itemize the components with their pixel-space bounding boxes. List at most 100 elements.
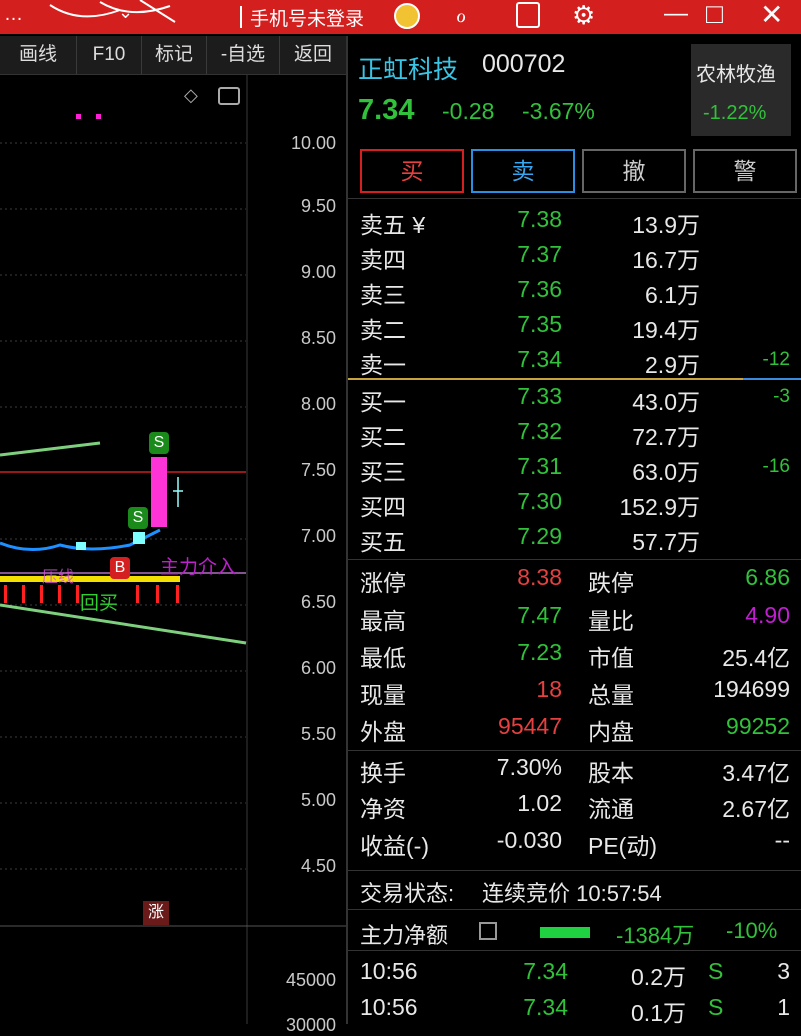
price-axis-label: 7.50 bbox=[300, 460, 336, 480]
price-axis-label: 9.00 bbox=[300, 262, 336, 282]
sell-button[interactable]: 卖 bbox=[471, 149, 575, 193]
quote-panel: 正虹科技 000702 7.34 -0.28 -3.67% 农林牧渔 -1.22… bbox=[348, 36, 801, 1026]
ask-volume: 19.4万 bbox=[632, 317, 700, 343]
price-axis-label: 5.50 bbox=[300, 724, 336, 744]
list-icon[interactable] bbox=[479, 922, 497, 940]
price-axis-label: 9.50 bbox=[300, 196, 336, 216]
stock-code: 000702 bbox=[482, 50, 566, 78]
ask-delta: -12 bbox=[762, 349, 790, 370]
main-force-net-pct: -10% bbox=[726, 918, 778, 943]
fortune-icon[interactable] bbox=[394, 3, 420, 29]
diamond-icon[interactable]: ◇ bbox=[184, 85, 198, 106]
ask-volume: 16.7万 bbox=[632, 247, 700, 273]
bid-label: 买五 bbox=[360, 529, 406, 555]
bid-volume: 63.0万 bbox=[632, 459, 700, 485]
ask-volume: 6.1万 bbox=[645, 282, 700, 308]
f10-button[interactable]: F10 bbox=[77, 36, 142, 74]
alert-button[interactable]: 警 bbox=[693, 149, 797, 193]
volume-axis-label: 45000 bbox=[285, 970, 336, 990]
stat-value: -- bbox=[774, 827, 790, 853]
kline-chart[interactable]: S S B 主力介入 回买 压线 涨 ◇ 10.00 9.50 9.00 8.50 8.… bbox=[0, 75, 346, 1035]
trade-status-label: 交易状态: bbox=[360, 881, 455, 906]
stat-value: -0.030 bbox=[496, 827, 562, 853]
bid-volume: 43.0万 bbox=[632, 389, 700, 415]
stat-value: 4.90 bbox=[745, 602, 790, 628]
title-left-text: … bbox=[4, 4, 23, 25]
price-change-pct: -3.67% bbox=[522, 98, 595, 124]
stat-label: 涨停 bbox=[360, 570, 406, 596]
bid-price: 7.33 bbox=[517, 383, 562, 409]
stat-label: 现量 bbox=[360, 682, 406, 708]
divider bbox=[240, 6, 242, 28]
remove-watch-button[interactable]: -自选 bbox=[207, 36, 280, 74]
title-bar: … ⌄ 手机号未登录 ℴ ⚙ — □ ✕ bbox=[0, 0, 801, 34]
price-axis-label: 4.50 bbox=[300, 856, 336, 876]
bid-volume: 152.9万 bbox=[619, 494, 700, 520]
stat-label: PE(动) bbox=[588, 833, 657, 859]
ask-label: 卖四 bbox=[360, 247, 406, 273]
ask-volume: 13.9万 bbox=[632, 212, 700, 238]
buy-button[interactable]: 买 bbox=[360, 149, 464, 193]
minimize-button[interactable]: — bbox=[664, 0, 688, 28]
ask-price: 7.35 bbox=[517, 311, 562, 337]
stat-label: 最高 bbox=[360, 608, 406, 634]
ask-price: 7.37 bbox=[517, 241, 562, 267]
close-button[interactable]: ✕ bbox=[760, 0, 783, 31]
bid-label: 买三 bbox=[360, 459, 406, 485]
price-grid bbox=[0, 142, 246, 870]
ask-label: 卖五 ¥ bbox=[360, 212, 426, 238]
tick-count: 1 bbox=[777, 994, 790, 1020]
separator bbox=[348, 198, 801, 199]
stat-value: 95447 bbox=[498, 713, 562, 739]
candle-small bbox=[76, 542, 86, 550]
mark-button[interactable]: 标记 bbox=[142, 36, 207, 74]
notes-icon[interactable] bbox=[516, 2, 540, 28]
volume-axis-label: 30000 bbox=[285, 1015, 336, 1035]
main-force-label: 主力介入 bbox=[160, 557, 237, 578]
ask-price: 7.36 bbox=[517, 276, 562, 302]
price-axis-label: 6.50 bbox=[300, 592, 336, 612]
separator bbox=[348, 870, 801, 871]
stat-label: 收益(-) bbox=[360, 833, 429, 859]
login-status[interactable]: 手机号未登录 bbox=[250, 4, 364, 31]
stat-value: 7.30% bbox=[496, 754, 562, 780]
stat-label: 净资 bbox=[360, 796, 406, 822]
main-force-net-value: -1384万 bbox=[616, 923, 695, 948]
draw-button[interactable]: 画线 bbox=[0, 36, 77, 74]
stat-label: 最低 bbox=[360, 645, 406, 671]
price-axis-label: 7.00 bbox=[300, 526, 336, 546]
stat-value: 1.02 bbox=[517, 790, 562, 816]
candle-big bbox=[151, 457, 167, 527]
restore-button[interactable]: □ bbox=[706, 0, 723, 30]
gear-icon[interactable]: ⚙ bbox=[572, 0, 595, 31]
tick-time: 10:56 bbox=[360, 994, 418, 1020]
stat-label: 总量 bbox=[588, 682, 634, 708]
bid-price: 7.30 bbox=[517, 488, 562, 514]
chevron-down-icon[interactable]: ⌄ bbox=[118, 2, 133, 23]
tick-volume: 0.1万 bbox=[631, 1000, 686, 1026]
stat-value: 99252 bbox=[726, 713, 790, 739]
orderbook-midline-blue bbox=[743, 378, 801, 380]
bid-label: 买二 bbox=[360, 424, 406, 450]
sector-name: 农林牧渔 bbox=[696, 64, 776, 86]
bid-volume: 72.7万 bbox=[632, 424, 700, 450]
bid-price: 7.32 bbox=[517, 418, 562, 444]
panel-toggle-icon[interactable] bbox=[218, 87, 240, 105]
support-icon[interactable]: ℴ bbox=[456, 2, 466, 28]
tick-side: S bbox=[708, 994, 724, 1020]
chart-canvas bbox=[0, 75, 346, 1024]
ask-price: 7.38 bbox=[517, 206, 562, 232]
sector-box[interactable]: 农林牧渔 -1.22% bbox=[691, 44, 791, 136]
tick-time: 10:56 bbox=[360, 958, 418, 984]
back-button[interactable]: 返回 bbox=[280, 36, 346, 74]
tick-side: S bbox=[708, 958, 724, 984]
separator bbox=[348, 950, 801, 951]
cancel-order-button[interactable]: 撤 bbox=[582, 149, 686, 193]
ma-line-lower bbox=[0, 603, 247, 645]
stat-value: 3.47亿 bbox=[722, 760, 790, 786]
stat-value: 7.47 bbox=[517, 602, 562, 628]
tick-price: 7.34 bbox=[523, 958, 568, 984]
stat-value: 6.86 bbox=[745, 564, 790, 590]
stock-name: 正虹科技 bbox=[358, 56, 459, 84]
separator bbox=[348, 559, 801, 560]
